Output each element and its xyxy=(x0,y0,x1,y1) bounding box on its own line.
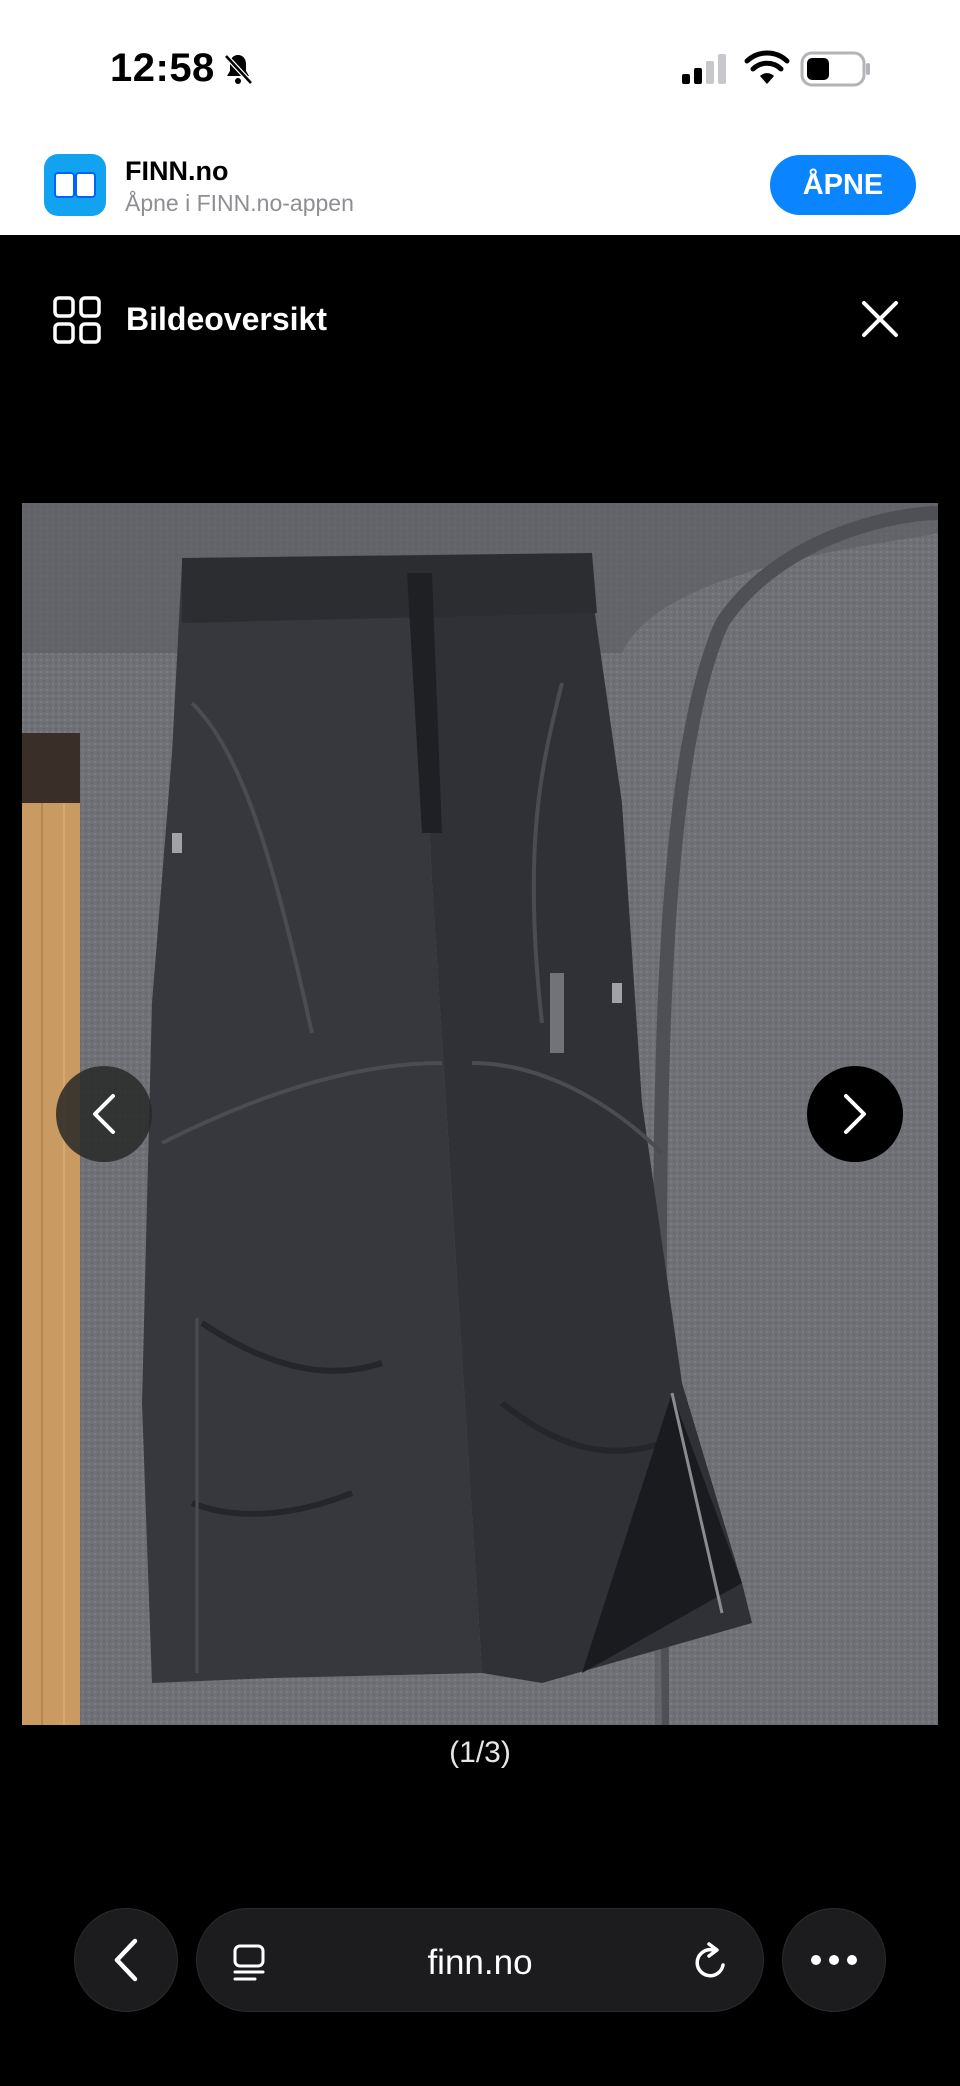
browser-back-button[interactable] xyxy=(74,1908,178,2012)
finn-logo-icon xyxy=(54,172,96,198)
browser-toolbar: finn.no xyxy=(0,1880,960,2086)
cellular-signal-icon xyxy=(682,54,726,84)
more-icon xyxy=(811,1955,857,1965)
reload-icon[interactable] xyxy=(691,1941,731,1983)
status-bar: 12:58 xyxy=(0,0,960,140)
status-time: 12:58 xyxy=(110,46,215,90)
viewer-header: Bildeoversikt xyxy=(0,235,960,405)
listing-photo[interactable] xyxy=(22,503,938,1725)
chevron-left-icon xyxy=(93,1094,115,1134)
finn-app-logo xyxy=(44,154,106,216)
next-image-button[interactable] xyxy=(807,1066,903,1162)
bell-slash-icon xyxy=(224,54,253,85)
address-bar[interactable]: finn.no xyxy=(196,1908,764,2012)
previous-image-button[interactable] xyxy=(56,1066,152,1162)
url-text[interactable]: finn.no xyxy=(197,1943,763,1983)
image-overview-link[interactable]: Bildeoversikt xyxy=(126,301,327,338)
image-counter: (1/3) xyxy=(449,1736,511,1769)
chevron-right-icon xyxy=(844,1094,866,1134)
app-name: FINN.no xyxy=(125,156,229,186)
wifi-icon xyxy=(744,50,790,84)
grid-icon[interactable] xyxy=(52,295,102,345)
app-subtitle: Åpne i FINN.no-appen xyxy=(125,190,354,216)
close-icon[interactable] xyxy=(860,299,900,339)
battery-icon xyxy=(800,51,870,87)
more-options-button[interactable] xyxy=(782,1908,886,2012)
app-banner: FINN.no Åpne i FINN.no-appen ÅPNE xyxy=(0,140,960,235)
open-app-button[interactable]: ÅPNE xyxy=(770,155,916,215)
back-icon xyxy=(114,1938,138,1982)
